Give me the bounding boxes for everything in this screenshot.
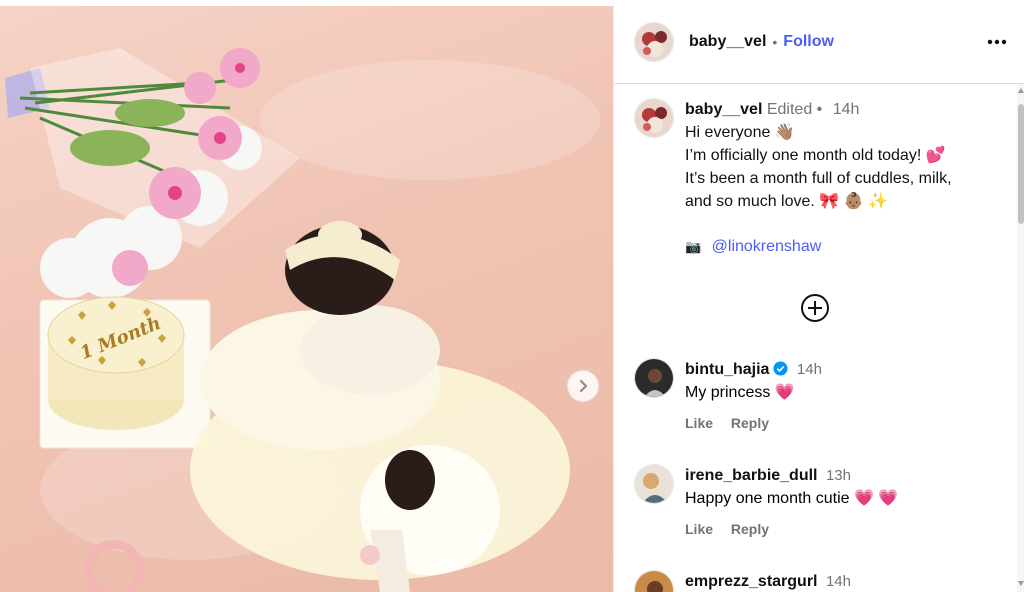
comment-time[interactable]: 13h bbox=[826, 467, 851, 484]
comment-time[interactable]: 14h bbox=[826, 573, 851, 590]
avatar-image bbox=[635, 571, 673, 592]
comment-username[interactable]: bintu_hajia bbox=[685, 361, 769, 378]
comment-text-row: My princess 💗 bbox=[685, 381, 1005, 404]
next-photo-button[interactable] bbox=[567, 370, 599, 402]
follow-button[interactable]: Follow bbox=[783, 33, 834, 51]
caption-body: baby__vel Edited • 14h Hi everyone 👋🏽 I’… bbox=[685, 98, 1005, 258]
photo-top-strip bbox=[0, 0, 613, 6]
comment-body: bintu_hajia 14h My princess 💗 Like Reply bbox=[685, 358, 1005, 435]
heart-emoji: 💗 💗 bbox=[854, 490, 899, 507]
avatar-image bbox=[635, 99, 673, 137]
caption-line: It’s been a month full of cuddles, milk, bbox=[685, 170, 952, 187]
edited-label: Edited bbox=[766, 101, 813, 118]
author-username[interactable]: baby__vel bbox=[689, 33, 766, 51]
comment-text-row: Happy one month cutie 💗 💗 bbox=[685, 487, 1005, 510]
caption-time[interactable]: 14h bbox=[833, 101, 860, 118]
heart-emoji: 💗 bbox=[774, 384, 795, 401]
caption-username[interactable]: baby__vel bbox=[685, 101, 762, 118]
comment-text: My princess bbox=[685, 384, 771, 401]
more-horizontal-icon bbox=[987, 39, 1007, 45]
like-comment-button[interactable]: Like bbox=[685, 415, 713, 431]
avatar-image bbox=[635, 22, 673, 61]
scroll-down-arrow-icon[interactable] bbox=[1018, 581, 1024, 586]
caption-author-avatar[interactable] bbox=[634, 98, 674, 138]
comment-time[interactable]: 14h bbox=[797, 361, 822, 378]
photo-credit: 📷 @linokrenshaw bbox=[685, 235, 1005, 258]
caption-line: Hi everyone 👋🏽 bbox=[685, 124, 795, 141]
post-photo[interactable]: 1 Month bbox=[0, 0, 613, 592]
caption-line: I’m officially one month old today! 💕 bbox=[685, 147, 946, 164]
post-header: baby__vel • Follow bbox=[614, 0, 1024, 84]
avatar-image bbox=[635, 359, 673, 397]
comment-username[interactable]: irene_barbie_dull bbox=[685, 467, 818, 484]
camera-icon: 📷 bbox=[685, 239, 702, 254]
commenter-avatar[interactable] bbox=[634, 358, 674, 398]
reply-comment-button[interactable]: Reply bbox=[731, 521, 769, 537]
verified-badge-icon bbox=[773, 361, 788, 376]
more-options-button[interactable] bbox=[985, 30, 1009, 54]
comment-body: emprezz_stargurl 14h bbox=[685, 570, 1005, 592]
baby-image bbox=[190, 221, 570, 592]
comment-actions: Like Reply bbox=[685, 518, 1005, 541]
caption-meta: baby__vel Edited • 14h bbox=[685, 98, 1005, 121]
load-more-comments-button[interactable] bbox=[800, 293, 830, 323]
author-avatar[interactable] bbox=[634, 21, 674, 62]
commenter-avatar[interactable] bbox=[634, 570, 674, 592]
separator-dot: • bbox=[816, 101, 823, 118]
credit-mention-link[interactable]: @linokrenshaw bbox=[712, 238, 822, 255]
comment-actions: Like Reply bbox=[685, 412, 1005, 435]
comments-scrollbar[interactable] bbox=[1017, 84, 1024, 592]
commenter-avatar[interactable] bbox=[634, 464, 674, 504]
avatar-image bbox=[635, 465, 673, 503]
post-side-panel: baby__vel • Follow baby__vel Edited • 14… bbox=[613, 0, 1024, 592]
comment-text: Happy one month cutie bbox=[685, 490, 850, 507]
caption-line: and so much love. 🎀 👶🏽 ✨ bbox=[685, 193, 888, 210]
comment-username[interactable]: emprezz_stargurl bbox=[685, 573, 818, 590]
teether-image bbox=[84, 540, 144, 592]
scroll-up-arrow-icon[interactable] bbox=[1018, 88, 1024, 93]
comment-body: irene_barbie_dull 13h Happy one month cu… bbox=[685, 464, 1005, 541]
chevron-right-icon bbox=[580, 380, 587, 392]
scrollbar-thumb[interactable] bbox=[1018, 104, 1024, 224]
reply-comment-button[interactable]: Reply bbox=[731, 415, 769, 431]
separator-dot: • bbox=[772, 33, 778, 50]
comments-scroll-area[interactable]: baby__vel Edited • 14h Hi everyone 👋🏽 I’… bbox=[614, 84, 1017, 592]
like-comment-button[interactable]: Like bbox=[685, 521, 713, 537]
